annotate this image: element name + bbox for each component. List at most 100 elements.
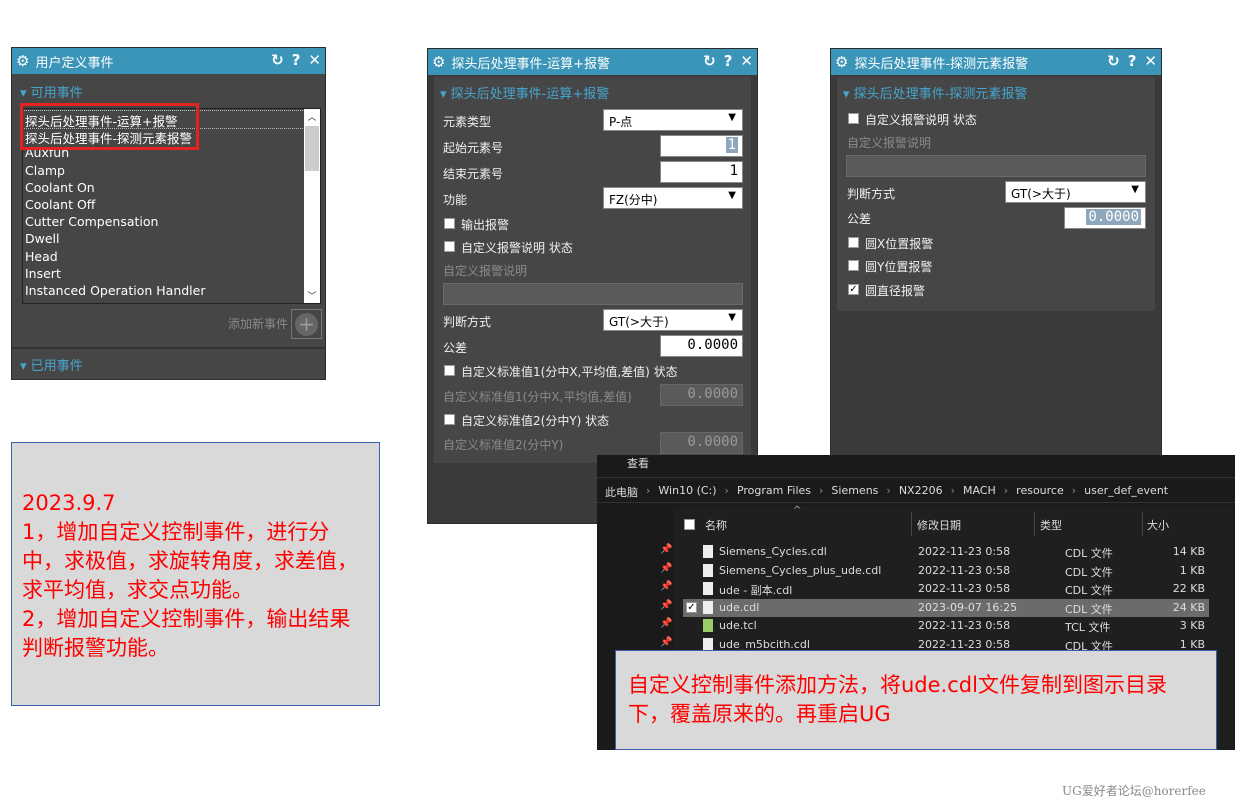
- tol-input[interactable]: 0.0000: [1064, 207, 1146, 229]
- file-size: 3 KB: [1179, 619, 1205, 632]
- breadcrumb-item[interactable]: user_def_event: [1084, 484, 1168, 500]
- file-row[interactable]: 📌 ude - 副本.cdl 2022-11-23 0:58 CDL 文件 22 KB: [660, 580, 1209, 598]
- pin-icon[interactable]: 📌: [660, 581, 672, 592]
- close-icon[interactable]: ✕: [1144, 52, 1157, 70]
- pin-icon[interactable]: 📌: [660, 563, 672, 574]
- circle-y-checkbox[interactable]: [848, 260, 859, 271]
- custom-desc-label: 自定义报警说明: [847, 136, 932, 150]
- file-size: 24 KB: [1172, 600, 1205, 614]
- breadcrumb-item[interactable]: resource: [1016, 484, 1064, 500]
- func-dropdown[interactable]: FZ(分中) ▼: [603, 187, 743, 209]
- event-list-item[interactable]: Clamp: [23, 163, 306, 180]
- file-size: 22 KB: [1172, 582, 1205, 595]
- file-row[interactable]: 📌 Siemens_Cycles.cdl 2022-11-23 0:58 CDL 文件…: [660, 543, 1209, 561]
- end-input[interactable]: 1: [660, 161, 743, 183]
- row-checkbox[interactable]: ✓: [686, 601, 697, 613]
- add-event-button[interactable]: +: [291, 309, 322, 339]
- input-value: 1: [725, 137, 738, 153]
- tol-input[interactable]: 0.0000: [660, 335, 743, 357]
- section-used-events[interactable]: ▾ 已用事件: [20, 355, 83, 374]
- reset-icon[interactable]: ↻: [271, 51, 284, 69]
- reset-icon[interactable]: ↻: [703, 52, 716, 70]
- breadcrumb-item[interactable]: 此电脑: [605, 484, 638, 500]
- judge-label: 判断方式: [443, 315, 492, 329]
- dropdown-value: FZ(分中): [609, 193, 658, 207]
- breadcrumb-item[interactable]: Siemens: [831, 484, 878, 500]
- section-label: 探头后处理事件-探测元素报警: [853, 87, 1028, 102]
- file-name: ude_m5bcith.cdl: [719, 637, 810, 651]
- gear-icon[interactable]: ⚙: [835, 53, 848, 71]
- file-type: CDL 文件: [1065, 547, 1113, 560]
- start-input[interactable]: 1: [660, 135, 743, 157]
- custom-desc-field[interactable]: [846, 155, 1146, 177]
- section-label: 可用事件: [30, 86, 83, 101]
- file-row[interactable]: 📌 Siemens_Cycles_plus_ude.cdl 2022-11-23 0…: [660, 562, 1209, 580]
- custom-state-checkbox[interactable]: [444, 241, 455, 252]
- file-type: CDL 文件: [1065, 602, 1113, 616]
- std2-input[interactable]: 0.0000: [660, 432, 743, 454]
- file-date: 2022-11-23 0:58: [918, 637, 1011, 651]
- section-header[interactable]: ▾ 探头后处理事件-运算+报警: [440, 83, 609, 102]
- breadcrumb-item[interactable]: NX2206: [899, 484, 943, 500]
- close-icon[interactable]: ✕: [308, 51, 321, 69]
- gear-icon[interactable]: ⚙: [16, 52, 29, 70]
- event-list-item[interactable]: Cutter Compensation: [23, 214, 306, 231]
- note-line: 2，增加自定义控制事件，输出结果判断报警功能。: [22, 607, 351, 660]
- reset-icon[interactable]: ↻: [1107, 52, 1120, 70]
- circle-diameter-checkbox[interactable]: ✓: [848, 284, 859, 295]
- dropdown-value: GT(>大于): [1011, 187, 1071, 201]
- section-header[interactable]: ▾ 探头后处理事件-探测元素报警: [843, 83, 1027, 102]
- menu-view[interactable]: 查看: [627, 455, 649, 471]
- pin-icon[interactable]: 📌: [660, 600, 672, 611]
- custom-state-checkbox[interactable]: [848, 113, 859, 124]
- std2-checkbox[interactable]: [444, 414, 455, 425]
- gear-icon[interactable]: ⚙: [432, 53, 445, 71]
- file-row[interactable]: 📌 ude.tcl 2022-11-23 0:58 TCL 文件 3 KB: [660, 617, 1209, 635]
- judge-dropdown[interactable]: GT(>大于) ▼: [1005, 181, 1146, 203]
- section-available-events[interactable]: ▾ 可用事件: [20, 82, 83, 101]
- custom-desc-field[interactable]: [443, 283, 743, 305]
- file-name: ude - 副本.cdl: [719, 584, 793, 597]
- event-list-item[interactable]: Coolant On: [23, 180, 306, 197]
- scrollbar[interactable]: ︿ ﹀: [304, 109, 320, 303]
- select-all-checkbox[interactable]: [684, 519, 695, 530]
- watermark: UG爱好者论坛@horerfee: [1062, 784, 1206, 798]
- event-list-item[interactable]: Instanced Operation Handler: [23, 283, 306, 300]
- col-size[interactable]: 大小: [1147, 517, 1169, 533]
- file-date: 2023-09-07 16:25: [918, 600, 1018, 614]
- breadcrumb-item[interactable]: Win10 (C:): [658, 484, 716, 500]
- file-icon: [703, 600, 713, 614]
- help-icon[interactable]: ?: [292, 51, 301, 69]
- std1-input[interactable]: 0.0000: [660, 384, 743, 406]
- close-icon[interactable]: ✕: [740, 52, 753, 70]
- col-name[interactable]: 名称: [705, 517, 727, 533]
- checkbox-label: 输出报警: [461, 218, 510, 232]
- judge-label: 判断方式: [847, 187, 896, 201]
- circle-x-checkbox[interactable]: [848, 237, 859, 248]
- dialog-title: 探头后处理事件-探测元素报警: [854, 56, 1029, 72]
- col-date[interactable]: 修改日期: [917, 517, 961, 533]
- title-bar: ⚙ 探头后处理事件-探测元素报警 ↻? ✕: [831, 49, 1161, 75]
- event-list-item[interactable]: Head: [23, 249, 306, 266]
- pin-icon[interactable]: 📌: [660, 637, 672, 648]
- elem-type-dropdown[interactable]: P-点 ▼: [603, 109, 743, 131]
- event-list-item[interactable]: Dwell: [23, 231, 306, 248]
- breadcrumb[interactable]: 此电脑 › Win10 (C:) › Program Files › Siemens › NX2…: [605, 484, 1168, 500]
- event-list-item[interactable]: Coolant Off: [23, 197, 306, 214]
- start-label: 起始元素号: [443, 141, 504, 155]
- file-icon: [703, 619, 713, 632]
- judge-dropdown[interactable]: GT(>大于) ▼: [603, 309, 743, 331]
- breadcrumb-item[interactable]: Program Files: [737, 484, 811, 500]
- calc-alarm-dialog: ⚙ 探头后处理事件-运算+报警 ↻? ✕ ▾ 探头后处理事件-运算+报警 元素类型 …: [427, 48, 758, 524]
- breadcrumb-item[interactable]: MACH: [963, 484, 996, 500]
- pin-icon[interactable]: 📌: [660, 544, 672, 555]
- col-type[interactable]: 类型: [1040, 517, 1062, 533]
- help-icon[interactable]: ?: [724, 52, 733, 70]
- event-list-item[interactable]: Insert: [23, 266, 306, 283]
- pin-icon[interactable]: 📌: [660, 618, 672, 629]
- std1-checkbox[interactable]: [444, 365, 455, 376]
- out-alarm-checkbox[interactable]: [444, 218, 455, 229]
- chevron-down-icon: ▼: [728, 312, 736, 323]
- help-icon[interactable]: ?: [1128, 52, 1137, 70]
- file-row[interactable]: 📌 ✓ ude.cdl 2023-09-07 16:25 CDL 文件 24 KB: [660, 598, 1209, 617]
